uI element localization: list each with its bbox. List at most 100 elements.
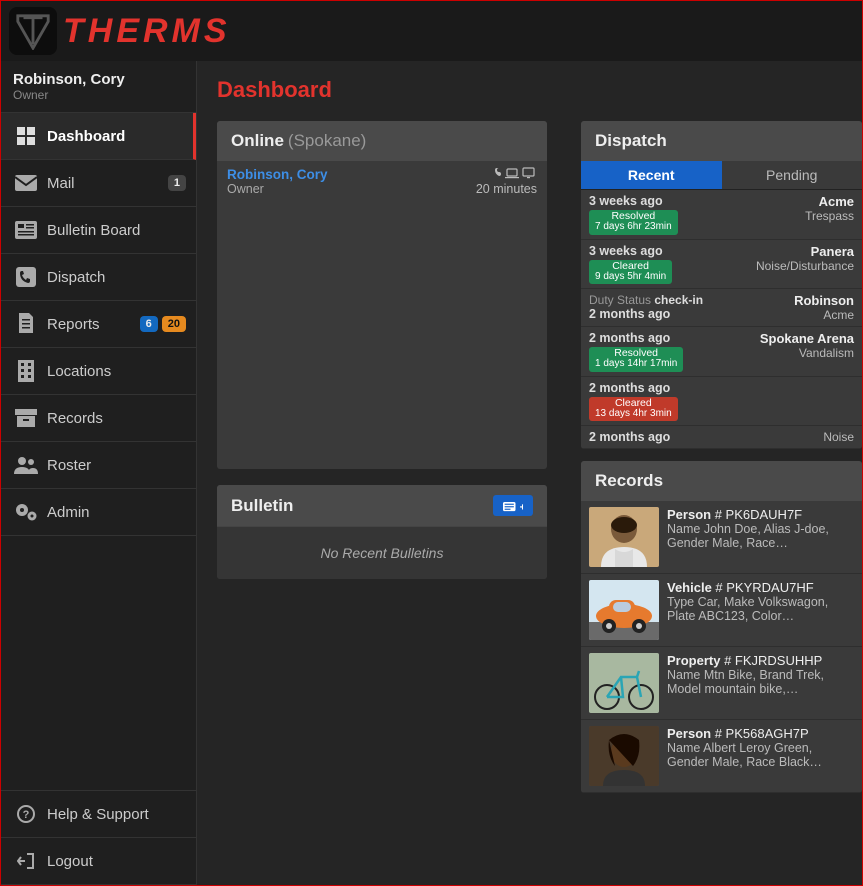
sidebar: Robinson, Cory Owner Dashboard Mail 1 [1,61,197,885]
status-pill: Cleared13 days 4hr 3min [589,397,678,422]
record-title: Property # FKJRDSUHHP [667,653,854,668]
tab-pending[interactable]: Pending [722,161,863,189]
app-header: THERMS [1,1,862,61]
news-icon [11,219,41,241]
records-list: Person # PK6DAUH7FName John Doe, Alias J… [581,501,862,793]
mail-icon [11,172,41,194]
nav-dispatch[interactable]: Dispatch [1,254,196,301]
mail-count-badge: 1 [168,175,186,191]
logout-icon [11,850,41,872]
nav-label: Help & Support [47,806,149,823]
nav-mail[interactable]: Mail 1 [1,160,196,207]
bulletin-empty: No Recent Bulletins [217,526,547,579]
dispatch-calltype: Trespass [805,209,854,223]
current-user[interactable]: Robinson, Cory Owner [1,61,196,113]
dispatch-row[interactable]: 3 weeks agoResolved7 days 6hr 23minAcmeT… [581,190,862,240]
page-title: Dashboard [217,77,862,103]
nav-reports[interactable]: Reports 6 20 [1,301,196,348]
record-thumb [589,580,659,640]
nav-locations[interactable]: Locations [1,348,196,395]
online-user-name: Robinson, Cory [227,167,328,182]
dispatch-ago: 2 months ago [589,430,670,444]
nav-label: Bulletin Board [47,222,140,239]
document-icon [11,313,41,335]
dispatch-list: 3 weeks ago Resolved7 days 6hr 23min AcmeT… [581,190,862,449]
dispatch-location: Spokane Arena [760,331,854,346]
nav-bulletin-board[interactable]: Bulletin Board [1,207,196,254]
help-icon: ? [11,803,41,825]
svg-text:?: ? [23,809,30,821]
record-title: Person # PK568AGH7P [667,726,854,741]
record-desc: Name Mtn Bike, Brand Trek, Model mountai… [667,668,854,696]
record-thumb [589,653,659,713]
online-region: (Spokane) [288,131,366,151]
status-pill: Resolved1 days 14hr 17min [589,347,683,372]
nav-logout[interactable]: Logout [1,838,196,885]
primary-nav: Dashboard Mail 1 Bulletin Board Disp [1,113,196,790]
record-row[interactable]: Property # FKJRDSUHHPName Mtn Bike, Bran… [581,647,862,720]
nav-label: Logout [47,853,93,870]
reports-badge-orange: 20 [162,316,186,332]
dispatch-row[interactable]: 2 months ago Resolved1 days 14hr 17min Spo… [581,327,862,377]
records-card: Records Person # PK6DAUH7FName John Doe,… [581,461,862,793]
dispatch-location: Acme [805,194,854,209]
record-row[interactable]: Vehicle # PKYRDAU7HFType Car, Make Volks… [581,574,862,647]
record-desc: Type Car, Make Volkswagon, Plate ABC123,… [667,595,854,623]
status-pill: Cleared9 days 5hr 4min [589,260,672,285]
nav-label: Dispatch [47,269,105,286]
dispatch-ago: 3 weeks ago [589,244,672,258]
bulletin-heading: Bulletin + [217,485,547,526]
main-content: Dashboard Online (Spokane) Robinson, Cor… [197,61,862,885]
dispatch-row[interactable]: Duty Status check-in2 months agoRobinson… [581,289,862,327]
online-card: Online (Spokane) Robinson, Cory Owner [217,121,547,469]
users-icon [11,454,41,476]
online-user-role: Owner [227,182,328,196]
reports-badge-blue: 6 [140,316,158,332]
svg-text:+: + [520,502,523,513]
online-time: 20 minutes [476,182,537,196]
dispatch-calltype: Noise/Disturbance [756,259,854,273]
nav-label: Roster [47,457,91,474]
nav-roster[interactable]: Roster [1,442,196,489]
record-desc: Name John Doe, Alias J-doe, Gender Male,… [667,522,854,550]
nav-label: Mail [47,175,75,192]
bulletin-card: Bulletin + No Recent Bulletins [217,485,547,579]
nav-label: Reports [47,316,100,333]
record-title: Vehicle # PKYRDAU7HF [667,580,854,595]
dispatch-location: Robinson [794,293,854,308]
nav-label: Records [47,410,103,427]
record-desc: Name Albert Leroy Green, Gender Male, Ra… [667,741,854,769]
record-thumb [589,726,659,786]
nav-label: Admin [47,504,90,521]
grid-icon [11,125,41,147]
brand-wordmark: THERMS [63,12,231,51]
dispatch-calltype: Noise [823,430,854,444]
phone-icon [11,266,41,288]
status-pill: Resolved7 days 6hr 23min [589,210,678,235]
add-bulletin-button[interactable]: + [493,495,533,516]
dispatch-ago: 2 months ago [589,331,683,345]
shield-logo-icon [14,12,52,50]
user-name: Robinson, Cory [13,71,184,88]
nav-records[interactable]: Records [1,395,196,442]
dispatch-row[interactable]: 3 weeks ago Cleared9 days 5hr 4min PaneraN… [581,240,862,290]
record-row[interactable]: Person # PK568AGH7PName Albert Leroy Gre… [581,720,862,793]
nav-label: Dashboard [47,128,125,145]
record-row[interactable]: Person # PK6DAUH7FName John Doe, Alias J… [581,501,862,574]
nav-help[interactable]: ? Help & Support [1,791,196,838]
dispatch-location: Panera [756,244,854,259]
dispatch-card: Dispatch Recent Pending 3 weeks ago Resol… [581,121,862,449]
dispatch-tabs: Recent Pending [581,161,862,190]
record-thumb [589,507,659,567]
dispatch-heading: Dispatch [581,121,862,161]
dispatch-row[interactable]: 2 months ago Noise [581,426,862,449]
logo-badge [9,7,57,55]
nav-dashboard[interactable]: Dashboard [1,113,196,160]
gears-icon [11,501,41,523]
nav-admin[interactable]: Admin [1,489,196,536]
archive-icon [11,407,41,429]
dispatch-ago: 2 months ago [589,307,703,321]
dispatch-row[interactable]: 2 months agoCleared13 days 4hr 3min [581,377,862,427]
online-user-row[interactable]: Robinson, Cory Owner 20 m [217,161,547,206]
tab-recent[interactable]: Recent [581,161,722,189]
